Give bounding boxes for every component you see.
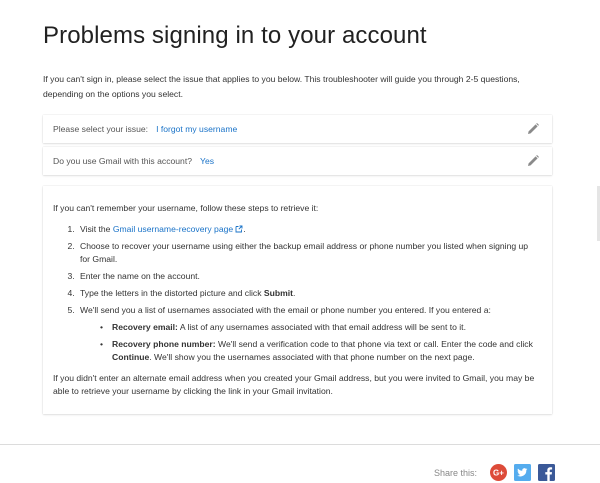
page-title: Problems signing in to your account (43, 22, 427, 49)
share-label: Share this: (434, 467, 478, 478)
answer-card: If you can't remember your username, fol… (43, 186, 552, 414)
question-answer: Yes (200, 156, 215, 166)
recovery-options-list: Recovery email: A list of any usernames … (80, 321, 540, 364)
answer-footer: If you didn't enter an alternate email a… (53, 373, 535, 396)
steps-list: Visit the Gmail username-recovery page. … (53, 223, 540, 364)
divider (0, 444, 600, 445)
step-item: Enter the name on the account. (77, 270, 540, 283)
share-bar: Share this: G+ (434, 464, 556, 481)
step-item: Type the letters in the distorted pictur… (77, 287, 540, 300)
svg-text:G+: G+ (493, 469, 504, 478)
bullet-item: Recovery phone number: We'll send a veri… (100, 338, 540, 364)
step-item: We'll send you a list of usernames assoc… (77, 304, 540, 364)
pencil-icon[interactable] (526, 154, 540, 168)
facebook-icon[interactable] (538, 464, 556, 481)
question-gmail: Do you use Gmail with this account? Yes (43, 147, 552, 175)
username-recovery-link[interactable]: Gmail username-recovery page (113, 224, 233, 234)
bullet-item: Recovery email: A list of any usernames … (100, 321, 540, 334)
pencil-icon[interactable] (526, 122, 540, 136)
intro-text: If you can't sign in, please select the … (43, 74, 520, 99)
step-item: Choose to recover your username using ei… (77, 240, 540, 266)
answer-lead: If you can't remember your username, fol… (53, 203, 319, 213)
external-link-icon (235, 225, 243, 233)
google-plus-icon[interactable]: G+ (490, 464, 508, 481)
question-issue: Please select your issue: I forgot my us… (43, 115, 552, 143)
twitter-icon[interactable] (514, 464, 532, 481)
step-item: Visit the Gmail username-recovery page. (77, 223, 540, 236)
question-answer: I forgot my username (156, 124, 238, 134)
question-label: Do you use Gmail with this account? (53, 156, 192, 166)
question-label: Please select your issue: (53, 124, 149, 134)
